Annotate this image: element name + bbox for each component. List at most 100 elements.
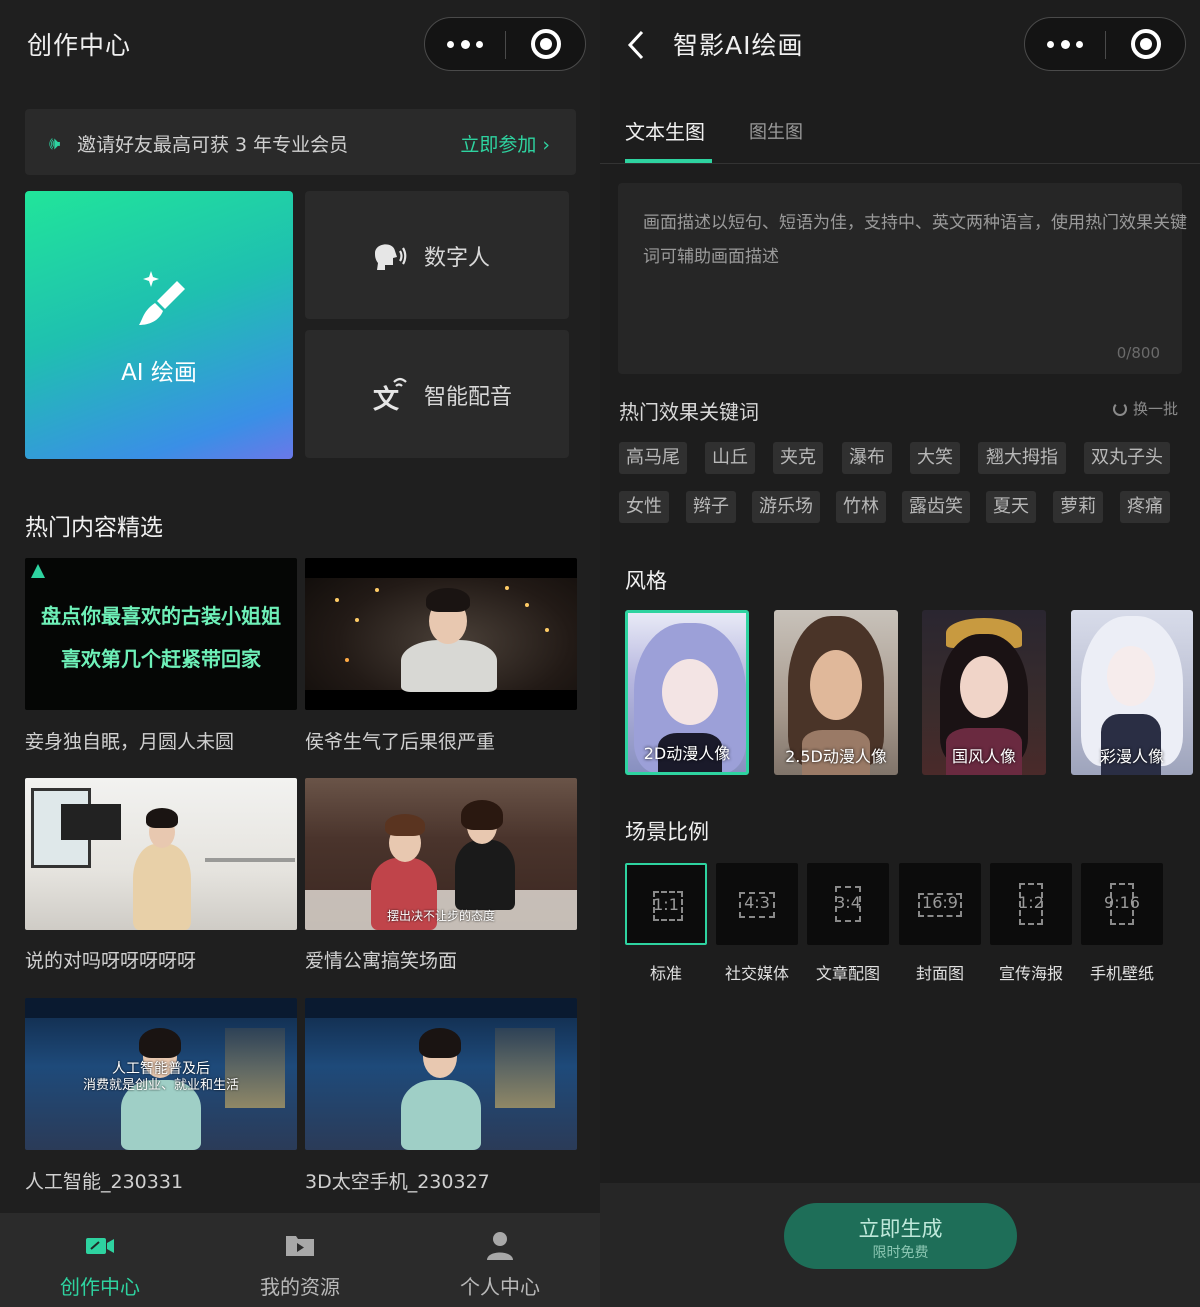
- ratio-label: 文章配图: [815, 964, 880, 983]
- thumbnail-text-line2: 喜欢第几个赶紧带回家: [61, 647, 261, 671]
- refresh-icon: [1113, 402, 1127, 416]
- style-card-chinese-style[interactable]: 国风人像: [922, 610, 1046, 775]
- keyword-chip[interactable]: 夹克: [773, 442, 823, 474]
- prompt-textarea[interactable]: 画面描述以短句、短语为佳，支持中、英文两种语言，使用热门效果关键词可辅助画面描述…: [618, 183, 1187, 374]
- more-icon[interactable]: [1047, 37, 1083, 51]
- video-subtitle: 摆出决不让步的态度: [386, 909, 495, 923]
- ratio-value: 1:2: [1018, 893, 1044, 912]
- active-tab-indicator: [625, 159, 712, 163]
- ratio-label: 社交媒体: [724, 964, 789, 983]
- prompt-placeholder: 画面描述以短句、短语为佳，支持中、英文两种语言，使用热门效果关键词可辅助画面描述: [643, 213, 1187, 267]
- digital-human-label: 数字人: [424, 246, 491, 271]
- keyword-chip[interactable]: 夏天: [986, 491, 1036, 523]
- ratio-option-3-4[interactable]: 3:4: [807, 863, 889, 945]
- tab-label: 创作中心: [60, 1275, 140, 1299]
- video-caption[interactable]: 爱情公寓搞笑场面: [305, 946, 457, 973]
- ratio-value: 4:3: [744, 893, 770, 912]
- ratio-label: 封面图: [915, 964, 964, 983]
- refresh-keywords-button[interactable]: 换一批: [1113, 398, 1178, 419]
- page-title: 创作中心: [27, 31, 132, 60]
- ai-painting-label: AI 绘画: [121, 360, 197, 386]
- video-caption[interactable]: 妾身独自眠，月圆人未圆: [25, 727, 234, 754]
- ratio-option-16-9[interactable]: 16:9: [899, 863, 981, 945]
- video-thumbnail[interactable]: 盘点你最喜欢的古装小姐姐 喜欢第几个赶紧带回家: [25, 558, 297, 710]
- keyword-chip[interactable]: 萝莉: [1053, 491, 1103, 523]
- thumbnail-text-line1: 盘点你最喜欢的古装小姐姐: [41, 604, 281, 628]
- video-thumbnail[interactable]: [305, 998, 577, 1150]
- generate-button[interactable]: 立即生成 限时免费: [784, 1203, 1017, 1269]
- close-target-icon[interactable]: [531, 29, 561, 59]
- char-counter: 0/800: [1116, 344, 1160, 362]
- folder-icon: [286, 1236, 314, 1256]
- ratio-option-4-3[interactable]: 4:3: [716, 863, 798, 945]
- video-thumbnail[interactable]: [25, 778, 297, 930]
- header: 创作中心: [0, 0, 600, 88]
- invite-text: 邀请好友最高可获 3 年专业会员: [77, 134, 349, 156]
- keyword-chip[interactable]: 露齿笑: [902, 491, 970, 523]
- ai-painting-card[interactable]: AI 绘画: [25, 191, 293, 459]
- style-label: 2D动漫人像: [643, 744, 731, 763]
- talking-head-icon: [375, 244, 407, 270]
- ratio-label: 宣传海报: [998, 964, 1063, 983]
- join-link[interactable]: 立即参加 ›: [460, 130, 550, 157]
- close-target-icon[interactable]: [1131, 29, 1161, 59]
- keyword-chip[interactable]: 翘大拇指: [978, 442, 1066, 474]
- keyword-chip[interactable]: 双丸子头: [1084, 442, 1170, 474]
- video-caption[interactable]: 人工智能_230331: [25, 1167, 183, 1194]
- back-arrow-icon[interactable]: [626, 30, 646, 60]
- svg-text:文: 文: [373, 384, 400, 412]
- style-card-color-comic[interactable]: 彩漫人像: [1071, 610, 1193, 775]
- speaker-icon: 🕪: [49, 133, 61, 154]
- ratio-option-9-16[interactable]: 9:16: [1081, 863, 1163, 945]
- digital-human-card[interactable]: 数字人: [305, 191, 569, 319]
- video-caption[interactable]: 说的对吗呀呀呀呀呀: [25, 946, 196, 973]
- tab-label: 我的资源: [260, 1275, 340, 1299]
- more-icon[interactable]: [447, 37, 483, 51]
- tab-text-to-image[interactable]: 文本生图: [625, 116, 705, 145]
- keyword-chip[interactable]: 竹林: [836, 491, 886, 523]
- camera-icon: [86, 1238, 114, 1254]
- keyword-chip[interactable]: 辫子: [686, 491, 736, 523]
- refresh-label: 换一批: [1133, 400, 1179, 418]
- generate-sublabel: 限时免费: [872, 1245, 929, 1261]
- ratio-label: 手机壁纸: [1089, 964, 1154, 983]
- bottom-tab-bar: 创作中心 我的资源 个人中心: [0, 1213, 600, 1307]
- video-caption[interactable]: 侯爷生气了后果很严重: [305, 727, 495, 754]
- ratio-option-1-2[interactable]: 1:2: [990, 863, 1072, 945]
- video-thumbnail[interactable]: [305, 558, 577, 710]
- style-card-2d-anime[interactable]: 2D动漫人像: [625, 610, 749, 775]
- tab-creation-center[interactable]: 创作中心: [0, 1213, 200, 1307]
- tree-logo-icon: [31, 564, 45, 578]
- divider: [505, 31, 506, 59]
- tab-image-to-image[interactable]: 图生图: [749, 118, 803, 144]
- keyword-chip[interactable]: 大笑: [910, 442, 960, 474]
- smart-voice-card[interactable]: 文 智能配音: [305, 330, 569, 458]
- invite-banner[interactable]: 🕪 邀请好友最高可获 3 年专业会员 立即参加 ›: [25, 109, 576, 175]
- header: 智影AI绘画: [600, 0, 1200, 88]
- keyword-chip[interactable]: 疼痛: [1120, 491, 1170, 523]
- generate-label: 立即生成: [858, 1217, 943, 1241]
- brush-sparkle-icon: [139, 271, 185, 325]
- keyword-chip[interactable]: 山丘: [705, 442, 755, 474]
- text-voice-icon: 文: [373, 377, 407, 412]
- style-card-25d-anime[interactable]: 2.5D动漫人像: [774, 610, 898, 775]
- video-caption[interactable]: 3D太空手机_230327: [305, 1167, 490, 1194]
- tab-personal-center[interactable]: 个人中心: [400, 1213, 600, 1307]
- ratio-value: 1:1: [653, 895, 679, 914]
- left-screen-creation-center: 创作中心 🕪 邀请好友最高可获 3 年专业会员 立即参加 › AI 绘画 数字人…: [0, 0, 600, 1307]
- keyword-chip[interactable]: 游乐场: [752, 491, 820, 523]
- keyword-chip[interactable]: 高马尾: [619, 442, 687, 474]
- ratio-option-1-1[interactable]: 1:1: [625, 863, 707, 945]
- ratio-value: 3:4: [835, 893, 861, 912]
- video-thumbnail[interactable]: 摆出决不让步的态度: [305, 778, 577, 930]
- ratio-value: 9:16: [1104, 893, 1140, 912]
- video-thumbnail[interactable]: 人工智能普及后 消费就是创业、就业和生活: [25, 998, 297, 1150]
- keyword-chip[interactable]: 瀑布: [842, 442, 892, 474]
- page-title: 智影AI绘画: [673, 31, 804, 60]
- ratio-title: 场景比例: [625, 820, 709, 844]
- section-title: 热门内容精选: [25, 515, 163, 541]
- keyword-chip[interactable]: 女性: [619, 491, 669, 523]
- tab-my-resources[interactable]: 我的资源: [200, 1213, 400, 1307]
- mode-tabs: 文本生图 图生图: [600, 88, 1200, 164]
- style-title: 风格: [625, 569, 667, 593]
